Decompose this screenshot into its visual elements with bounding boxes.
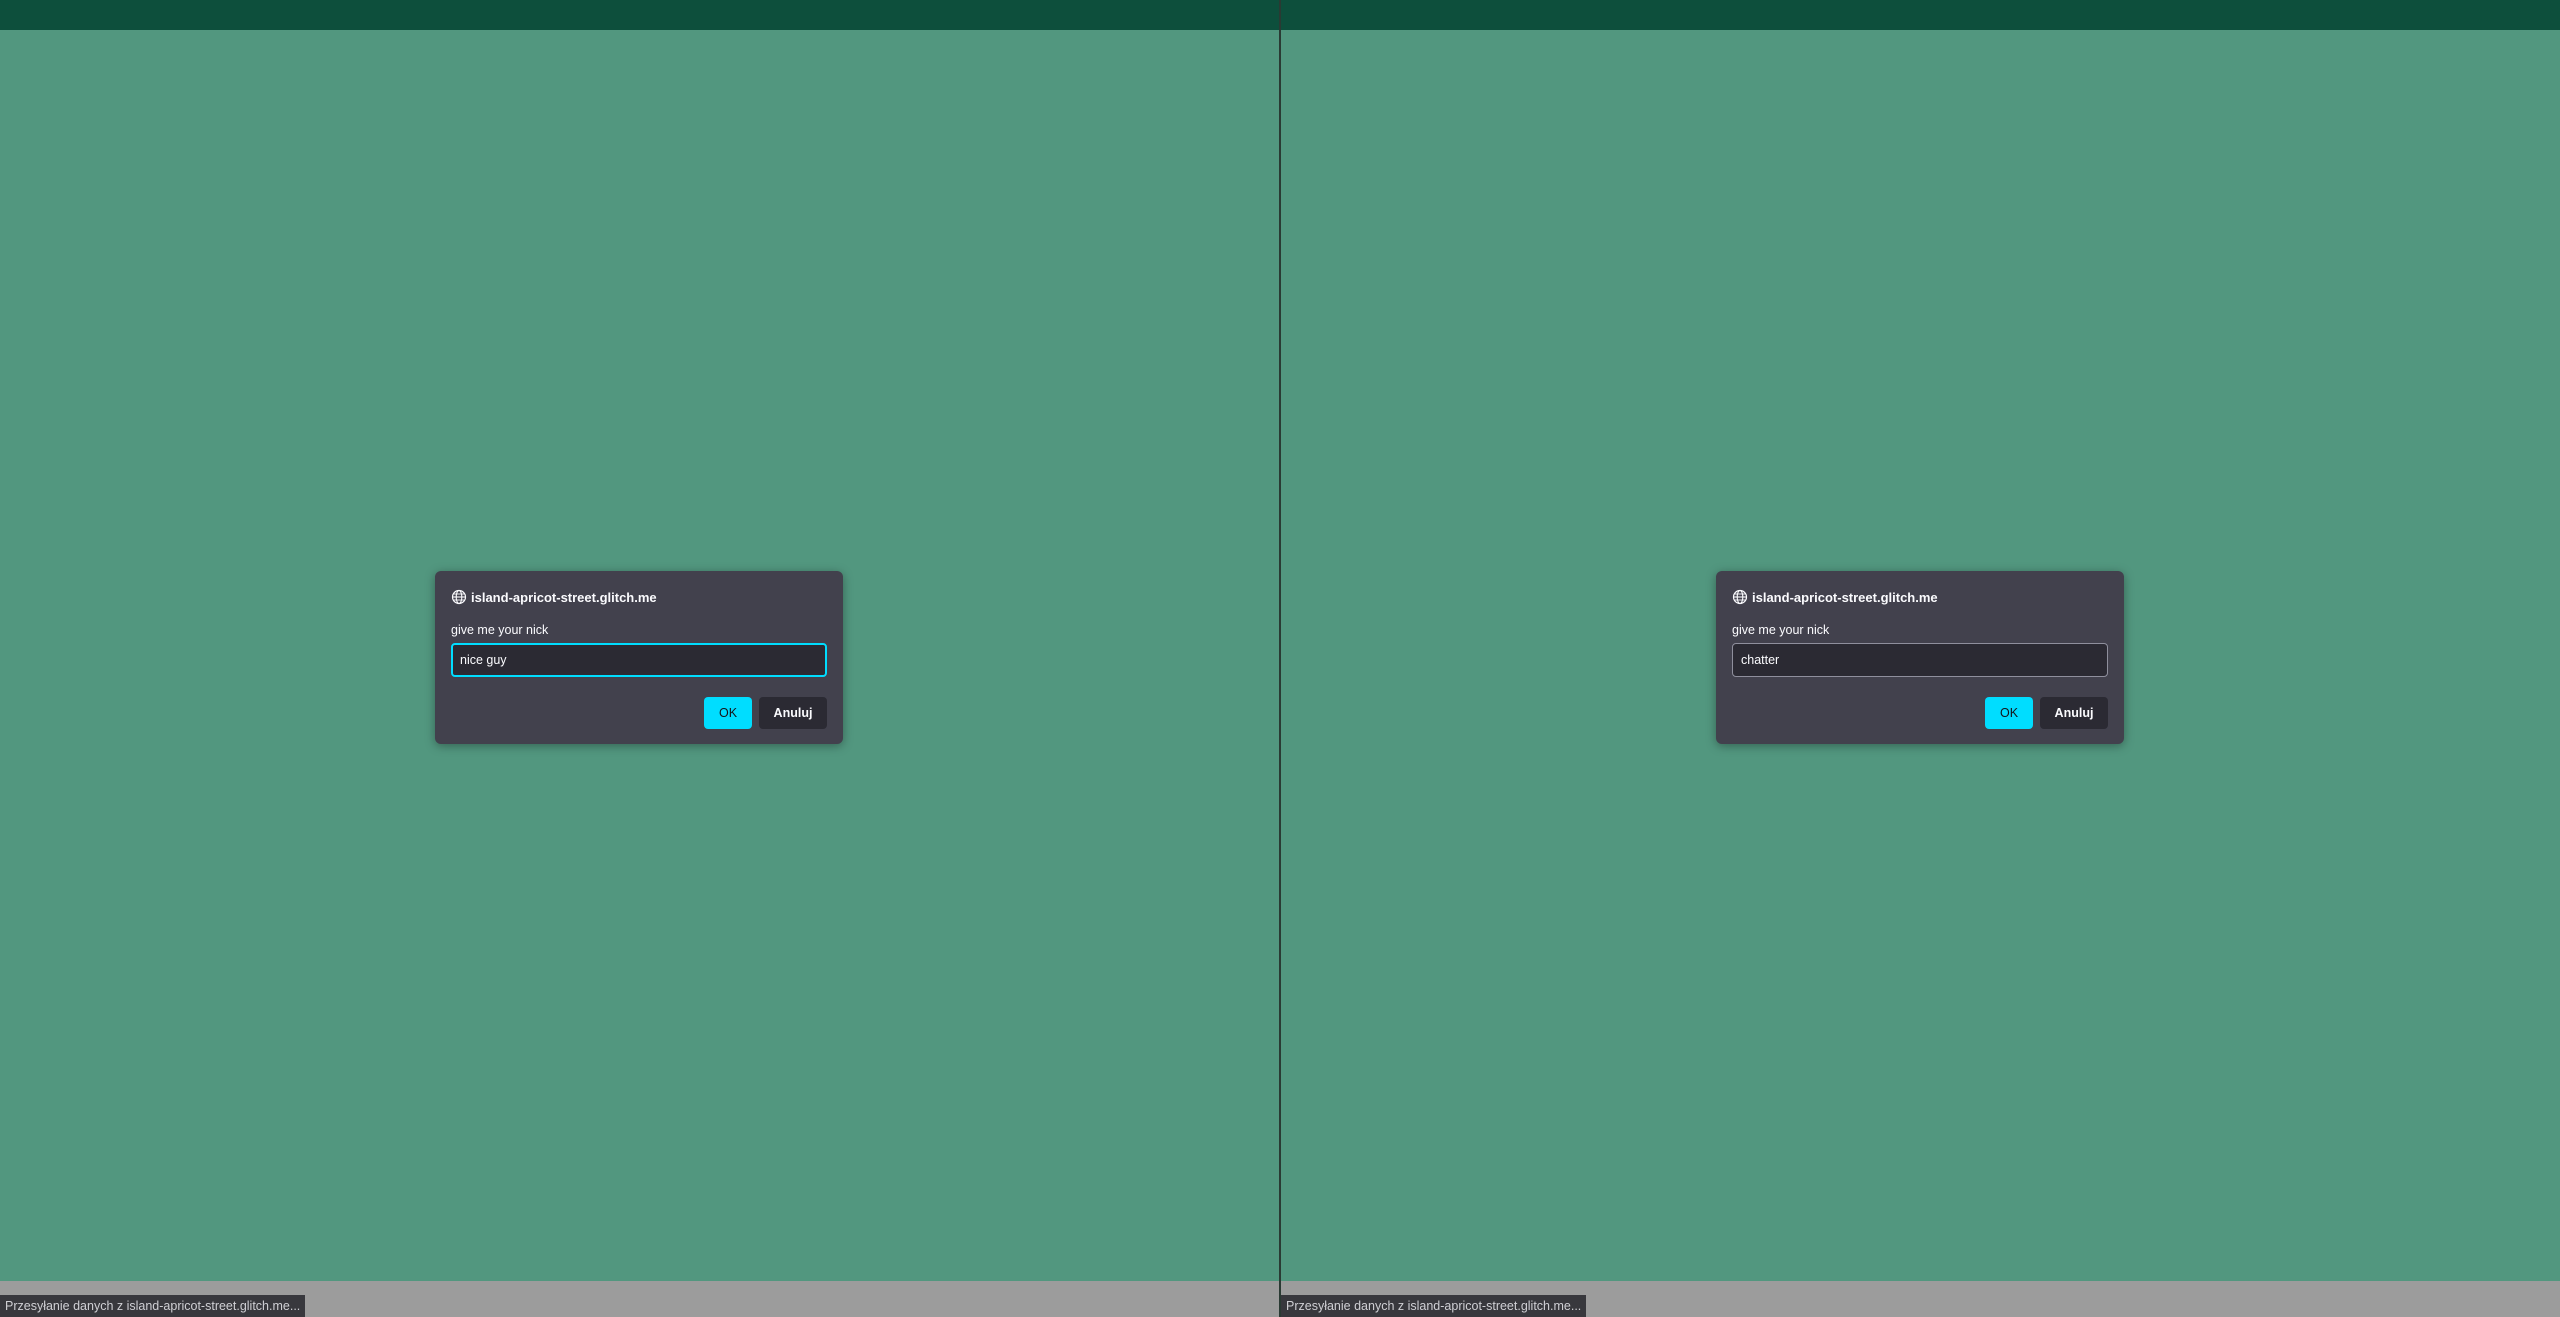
nick-input[interactable] bbox=[451, 643, 827, 677]
ok-button[interactable]: OK bbox=[1985, 697, 2033, 729]
globe-icon bbox=[1732, 589, 1748, 605]
left-browser-window: island-apricot-street.glitch.me give me … bbox=[0, 0, 1279, 1317]
dialog-origin: island-apricot-street.glitch.me bbox=[1752, 589, 1938, 605]
dialog-header: island-apricot-street.glitch.me bbox=[451, 587, 657, 607]
right-page-top-bar bbox=[1281, 0, 2560, 30]
globe-icon bbox=[451, 589, 467, 605]
right-prompt-dialog: island-apricot-street.glitch.me give me … bbox=[1716, 571, 2124, 744]
nick-input[interactable] bbox=[1732, 643, 2108, 677]
cancel-button[interactable]: Anuluj bbox=[759, 697, 827, 729]
status-bar: Przesyłanie danych z island-apricot-stre… bbox=[1281, 1295, 1587, 1317]
left-page-top-bar bbox=[0, 0, 1279, 30]
dialog-message: give me your nick bbox=[1732, 623, 1830, 637]
status-bar: Przesyłanie danych z island-apricot-stre… bbox=[0, 1295, 306, 1317]
dialog-message: give me your nick bbox=[451, 623, 549, 637]
right-browser-window: island-apricot-street.glitch.me give me … bbox=[1281, 0, 2560, 1317]
ok-button[interactable]: OK bbox=[704, 697, 752, 729]
screen: island-apricot-street.glitch.me give me … bbox=[0, 0, 2560, 1317]
left-prompt-dialog: island-apricot-street.glitch.me give me … bbox=[435, 571, 843, 744]
cancel-button[interactable]: Anuluj bbox=[2040, 697, 2108, 729]
dialog-header: island-apricot-street.glitch.me bbox=[1732, 587, 1938, 607]
dialog-origin: island-apricot-street.glitch.me bbox=[471, 589, 657, 605]
